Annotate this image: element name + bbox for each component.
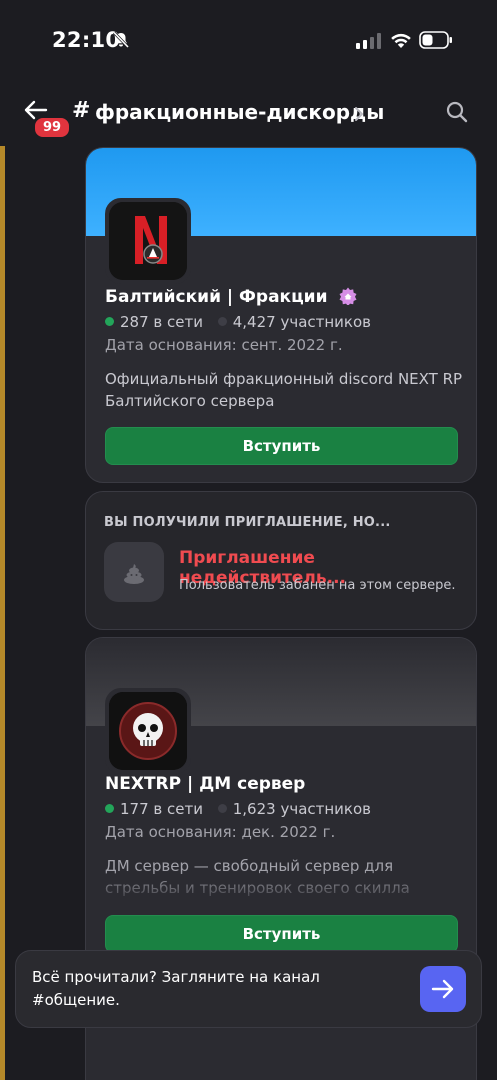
founded-date: Дата основания: сент. 2022 г. [105,336,343,354]
member-count: 1,623 участников [232,800,372,818]
channel-title[interactable]: фракционные-дискорды [95,100,384,124]
online-dot-icon [105,804,114,813]
invalid-invite-icon-box [104,542,164,602]
invite-heading: ВЫ ПОЛУЧИЛИ ПРИГЛАШЕНИЕ, НО... [104,515,391,530]
read-all-toast: Всё прочитали? Загляните на канал #общен… [15,950,482,1028]
chevron-right-icon[interactable] [354,106,364,122]
channel-hash-icon: # [72,98,91,123]
search-icon[interactable] [446,101,468,123]
invalid-invite-card: ВЫ ПОЛУЧИЛИ ПРИГЛАШЕНИЕ, НО... Приглашен… [85,491,477,630]
online-dot-icon [105,317,114,326]
toast-text: Всё прочитали? Загляните на канал #общен… [32,968,320,1009]
skull-logo-icon [109,692,187,770]
member-count: 4,427 участников [232,313,372,331]
channel-header: 99 # фракционные-дискорды [0,82,497,146]
founded-date: Дата основания: дек. 2022 г. [105,823,336,841]
server-description: Официальный фракционный discord NEXT RP … [105,370,463,410]
unread-badge: 99 [33,116,71,139]
message-list[interactable]: Балтийский | Фракции 287 в сети 4,427 уч… [0,146,497,1080]
online-count: 287 в сети [120,313,203,331]
poop-icon [124,564,144,584]
join-button[interactable]: Вступить [105,915,458,953]
members-dot-icon [217,317,227,326]
server-name: NEXTRP | ДМ сервер [105,774,306,794]
mention-highlight-bar [0,146,5,1080]
battery-icon [419,31,452,49]
go-to-channel-button[interactable] [420,966,466,1012]
description-fade [86,870,476,906]
netflix-style-logo-icon [109,202,187,280]
online-count: 177 в сети [120,800,203,818]
invalid-invite-subtitle: Пользователь забанен на этом сервере. [179,578,456,593]
server-boost-icon [339,287,357,305]
server-stats: 177 в сети 1,623 участников [105,800,371,818]
status-bar: 22:10 [0,0,497,82]
arrow-right-icon [431,979,454,999]
signal-icon [356,33,381,49]
bell-muted-icon [112,31,130,49]
server-icon [105,198,191,284]
server-icon [105,688,191,774]
wifi-icon [391,33,411,48]
server-stats: 287 в сети 4,427 участников [105,313,371,331]
server-invite-card: Балтийский | Фракции 287 в сети 4,427 уч… [85,147,477,483]
members-dot-icon [217,804,227,813]
join-button[interactable]: Вступить [105,427,458,465]
server-name-text: Балтийский | Фракции [105,287,328,307]
status-time: 22:10 [52,28,121,52]
server-name: Балтийский | Фракции [105,287,357,307]
